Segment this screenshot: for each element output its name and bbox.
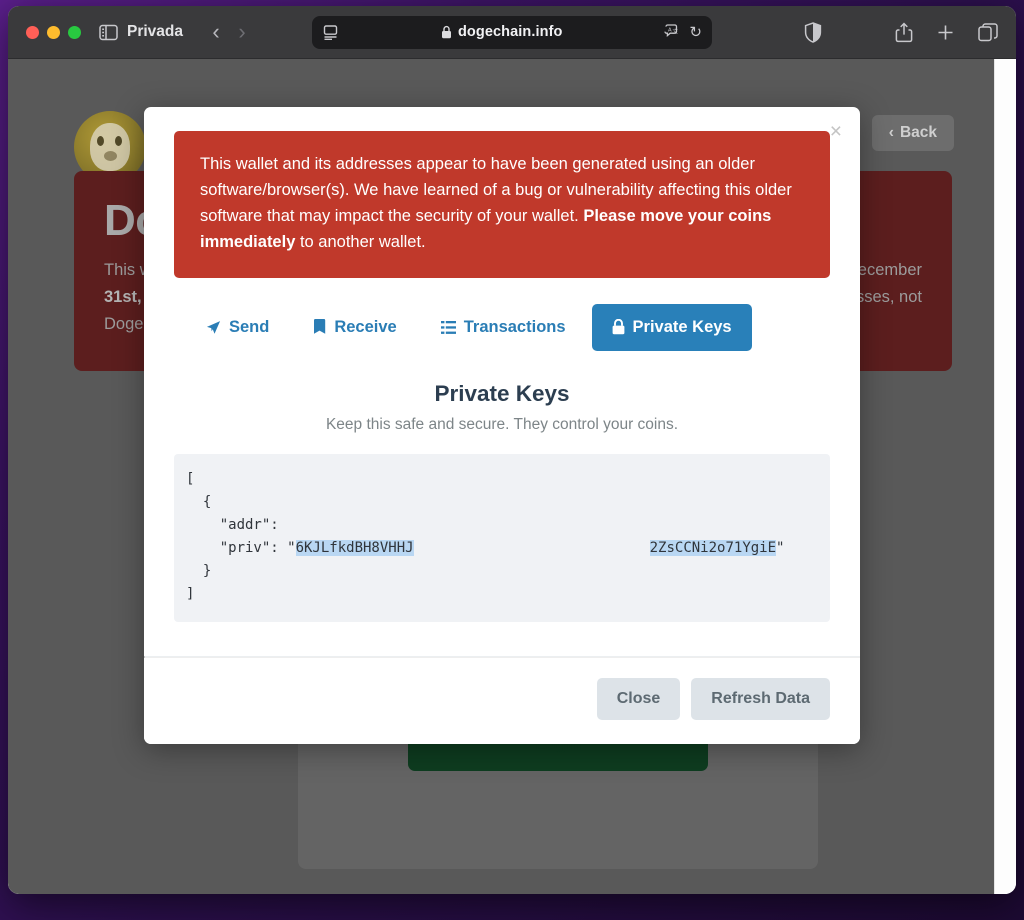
private-key-selected-left: 6KJLfkdBH8VHHJ [295,539,414,556]
zoom-window-button[interactable] [68,25,81,39]
share-icon[interactable] [895,22,913,43]
code-line-5: } [186,562,212,579]
code-line-4-prefix: "priv": " [186,539,296,556]
privacy-shield-icon[interactable] [804,21,822,43]
code-line-4-suffix: " [776,539,785,556]
browser-back-button[interactable]: ‹ [203,21,229,43]
close-window-button[interactable] [26,25,39,39]
tab-receive-label: Receive [334,317,397,336]
tab-transactions-label: Transactions [463,317,566,336]
panel-subtitle: Keep this safe and secure. They control … [325,415,679,433]
code-line-3: "addr": [186,516,279,533]
translate-icon[interactable]: A 文 [664,24,681,40]
panel-title: Private Keys [434,380,570,406]
tab-transactions[interactable]: Transactions [423,306,584,349]
tab-receive[interactable]: Receive [295,306,414,349]
browser-window: Privada ‹ › dogechain.info A 文 ↻ ‹ Back … [8,6,1016,894]
private-key-redacted: XXXXXXXXXXXXXXXXXXXXXXXXXXXX [413,536,650,560]
code-line-6: ] [186,586,195,603]
url-text: dogechain.info [457,24,563,40]
private-keys-modal: × This wallet and its addresses appear t… [144,107,860,745]
toolbar-right-actions [804,21,998,43]
lock-icon [441,25,452,39]
modal-tabs: Send Receive Transactions Private Keys [174,303,830,351]
tab-send[interactable]: Send [188,306,287,349]
modal-body: × This wallet and its addresses appear t… [144,107,860,623]
modal-footer: Close Refresh Data [144,658,860,745]
svg-text:文: 文 [673,28,679,36]
profile-label: Privada [127,23,184,40]
reload-icon[interactable]: ↻ [689,23,702,41]
security-alert-banner: This wallet and its addresses appear to … [174,131,830,278]
lock-icon [612,319,625,335]
tab-private-keys-label: Private Keys [632,317,732,336]
code-line-1: [ [186,470,195,487]
book-icon [313,319,326,335]
close-button[interactable]: Close [596,678,681,721]
page-viewport: ‹ Back Doge This wa til December 31st, 2… [8,59,1016,894]
reader-view-icon[interactable] [322,24,339,41]
svg-text:A: A [668,28,672,34]
sidebar-toggle-icon[interactable] [99,24,118,41]
window-traffic-lights[interactable] [26,25,81,39]
address-bar[interactable]: dogechain.info A 文 ↻ [312,15,712,49]
browser-forward-button[interactable]: › [229,21,255,43]
list-icon [440,320,456,335]
alert-text-2: to another wallet. [295,232,426,251]
modal-backdrop: × This wallet and its addresses appear t… [8,59,1016,894]
private-key-selected-right: 2ZsCCNi2o71YgiE [649,539,777,556]
desktop-background: Privada ‹ › dogechain.info A 文 ↻ ‹ Back … [0,0,1024,920]
browser-toolbar: Privada ‹ › dogechain.info A 文 ↻ [8,6,1016,59]
paper-plane-icon [206,320,221,335]
tab-overview-icon[interactable] [978,22,998,42]
plus-icon[interactable] [936,23,955,42]
code-line-2: { [186,493,212,510]
private-keys-code-block[interactable]: [ { "addr": "priv": "6KJLfkdBH8VHHJXXXXX… [174,453,830,623]
minimize-window-button[interactable] [47,25,60,39]
tab-private-keys[interactable]: Private Keys [591,303,752,351]
refresh-data-button[interactable]: Refresh Data [691,678,830,721]
tab-send-label: Send [229,317,270,336]
close-icon[interactable]: × [830,121,842,142]
